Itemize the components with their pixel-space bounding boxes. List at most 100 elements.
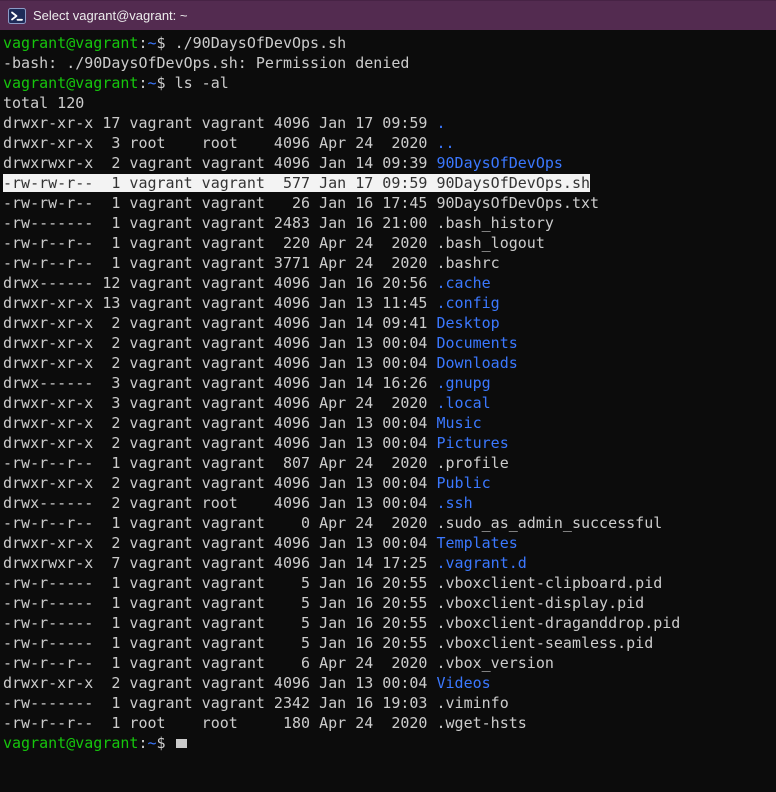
- text-segment: .bashrc: [436, 254, 499, 272]
- terminal-line: -rw-r--r-- 1 vagrant vagrant 807 Apr 24 …: [3, 453, 776, 473]
- text-segment: drwxrwxr-x 7 vagrant vagrant 4096 Jan 14…: [3, 554, 436, 572]
- text-segment: -rw-r----- 1 vagrant vagrant 5 Jan 16 20…: [3, 634, 436, 652]
- text-segment: drwxr-xr-x 3 vagrant vagrant 4096 Apr 24…: [3, 394, 436, 412]
- window-title: Select vagrant@vagrant: ~: [33, 8, 187, 23]
- terminal-cursor: [176, 739, 187, 748]
- text-segment: .cache: [436, 274, 490, 292]
- terminal-line: -rw-r--r-- 1 vagrant vagrant 6 Apr 24 20…: [3, 653, 776, 673]
- text-segment: -rw-rw-r-- 1 vagrant vagrant 26 Jan 16 1…: [3, 194, 436, 212]
- terminal-line: drwxr-xr-x 2 vagrant vagrant 4096 Jan 13…: [3, 433, 776, 453]
- text-segment: drwxr-xr-x 13 vagrant vagrant 4096 Jan 1…: [3, 294, 436, 312]
- titlebar[interactable]: Select vagrant@vagrant: ~: [0, 0, 776, 30]
- terminal-line: -rw------- 1 vagrant vagrant 2483 Jan 16…: [3, 213, 776, 233]
- text-segment: .vboxclient-draganddrop.pid: [436, 614, 680, 632]
- text-segment: total 120: [3, 94, 84, 112]
- text-segment: .config: [436, 294, 499, 312]
- text-segment: Desktop: [436, 314, 499, 332]
- terminal-line: drwxr-xr-x 2 vagrant vagrant 4096 Jan 13…: [3, 673, 776, 693]
- terminal-output[interactable]: vagrant@vagrant:~$ ./90DaysOfDevOps.sh-b…: [0, 30, 776, 792]
- text-segment: .vagrant.d: [436, 554, 526, 572]
- text-segment: .vboxclient-clipboard.pid: [436, 574, 662, 592]
- text-segment: -rw-r--r-- 1 vagrant vagrant 0 Apr 24 20…: [3, 514, 436, 532]
- text-segment: Documents: [436, 334, 517, 352]
- text-segment: $ ls -al: [157, 74, 229, 92]
- text-segment: .vbox_version: [436, 654, 553, 672]
- terminal-line: -bash: ./90DaysOfDevOps.sh: Permission d…: [3, 53, 776, 73]
- terminal-line: -rw-r--r-- 1 root root 180 Apr 24 2020 .…: [3, 713, 776, 733]
- text-segment: .profile: [436, 454, 508, 472]
- text-segment: drwxr-xr-x 2 vagrant vagrant 4096 Jan 13…: [3, 474, 436, 492]
- text-segment: .vboxclient-display.pid: [436, 594, 644, 612]
- text-segment: Templates: [436, 534, 517, 552]
- text-segment: ~: [148, 74, 157, 92]
- text-segment: drwxr-xr-x 2 vagrant vagrant 4096 Jan 13…: [3, 434, 436, 452]
- terminal-line: drwxr-xr-x 3 root root 4096 Apr 24 2020 …: [3, 133, 776, 153]
- text-segment: -rw-r--r-- 1 root root 180 Apr 24 2020: [3, 714, 436, 732]
- text-segment: drwxr-xr-x 2 vagrant vagrant 4096 Jan 13…: [3, 414, 436, 432]
- text-segment: .local: [436, 394, 490, 412]
- text-segment: 90DaysOfDevOps: [436, 154, 562, 172]
- text-segment: .vboxclient-seamless.pid: [436, 634, 653, 652]
- terminal-line: drwxr-xr-x 3 vagrant vagrant 4096 Apr 24…: [3, 393, 776, 413]
- text-segment: drwxr-xr-x 2 vagrant vagrant 4096 Jan 13…: [3, 354, 436, 372]
- text-segment: .bash_history: [436, 214, 553, 232]
- text-segment: -rw------- 1 vagrant vagrant 2483 Jan 16…: [3, 214, 436, 232]
- terminal-line: drwxr-xr-x 13 vagrant vagrant 4096 Jan 1…: [3, 293, 776, 313]
- terminal-line: drwxr-xr-x 17 vagrant vagrant 4096 Jan 1…: [3, 113, 776, 133]
- text-segment: -rw-r--r-- 1 vagrant vagrant 6 Apr 24 20…: [3, 654, 436, 672]
- text-segment: .bash_logout: [436, 234, 544, 252]
- text-segment: .ssh: [436, 494, 472, 512]
- text-segment: vagrant@vagrant: [3, 734, 138, 752]
- text-segment: -rw-r--r-- 1 vagrant vagrant 3771 Apr 24…: [3, 254, 436, 272]
- text-segment: .: [436, 114, 445, 132]
- terminal-line: drwxr-xr-x 2 vagrant vagrant 4096 Jan 13…: [3, 533, 776, 553]
- text-segment: drwx------ 12 vagrant vagrant 4096 Jan 1…: [3, 274, 436, 292]
- text-segment: Music: [436, 414, 481, 432]
- text-segment: $: [157, 734, 175, 752]
- text-segment: -rw-r----- 1 vagrant vagrant 5 Jan 16 20…: [3, 614, 436, 632]
- text-segment: .gnupg: [436, 374, 490, 392]
- selected-text: -rw-rw-r-- 1 vagrant vagrant 577 Jan 17 …: [3, 174, 590, 192]
- text-segment: Pictures: [436, 434, 508, 452]
- text-segment: drwxr-xr-x 3 root root 4096 Apr 24 2020: [3, 134, 436, 152]
- terminal-line: total 120: [3, 93, 776, 113]
- terminal-line: drwxr-xr-x 2 vagrant vagrant 4096 Jan 13…: [3, 353, 776, 373]
- text-segment: ~: [148, 734, 157, 752]
- text-segment: Public: [436, 474, 490, 492]
- text-segment: drwx------ 2 vagrant root 4096 Jan 13 00…: [3, 494, 436, 512]
- text-segment: -rw------- 1 vagrant vagrant 2342 Jan 16…: [3, 694, 436, 712]
- terminal-line: -rw-r----- 1 vagrant vagrant 5 Jan 16 20…: [3, 593, 776, 613]
- terminal-line: drwx------ 2 vagrant root 4096 Jan 13 00…: [3, 493, 776, 513]
- terminal-line: drwxrwxr-x 7 vagrant vagrant 4096 Jan 14…: [3, 553, 776, 573]
- text-segment: :: [138, 734, 147, 752]
- terminal-line: drwxr-xr-x 2 vagrant vagrant 4096 Jan 14…: [3, 313, 776, 333]
- text-segment: -rw-r----- 1 vagrant vagrant 5 Jan 16 20…: [3, 594, 436, 612]
- text-segment: -rw-r--r-- 1 vagrant vagrant 807 Apr 24 …: [3, 454, 436, 472]
- terminal-line: -rw------- 1 vagrant vagrant 2342 Jan 16…: [3, 693, 776, 713]
- text-segment: .viminfo: [436, 694, 508, 712]
- terminal-line: vagrant@vagrant:~$ ./90DaysOfDevOps.sh: [3, 33, 776, 53]
- text-segment: -rw-r--r-- 1 vagrant vagrant 220 Apr 24 …: [3, 234, 436, 252]
- text-segment: -rw-r----- 1 vagrant vagrant 5 Jan 16 20…: [3, 574, 436, 592]
- terminal-line: drwxrwxr-x 2 vagrant vagrant 4096 Jan 14…: [3, 153, 776, 173]
- terminal-line: -rw-r--r-- 1 vagrant vagrant 0 Apr 24 20…: [3, 513, 776, 533]
- text-segment: ..: [436, 134, 454, 152]
- terminal-line: -rw-r----- 1 vagrant vagrant 5 Jan 16 20…: [3, 613, 776, 633]
- terminal-line: drwxr-xr-x 2 vagrant vagrant 4096 Jan 13…: [3, 413, 776, 433]
- text-segment: ~: [148, 34, 157, 52]
- text-segment: :: [138, 34, 147, 52]
- text-segment: :: [138, 74, 147, 92]
- terminal-line: -rw-r----- 1 vagrant vagrant 5 Jan 16 20…: [3, 633, 776, 653]
- text-segment: drwxr-xr-x 2 vagrant vagrant 4096 Jan 13…: [3, 334, 436, 352]
- text-segment: vagrant@vagrant: [3, 74, 138, 92]
- text-segment: $ ./90DaysOfDevOps.sh: [157, 34, 347, 52]
- text-segment: drwxr-xr-x 2 vagrant vagrant 4096 Jan 13…: [3, 674, 436, 692]
- text-segment: .wget-hsts: [436, 714, 526, 732]
- terminal-line: vagrant@vagrant:~$: [3, 733, 776, 753]
- terminal-line: drwx------ 3 vagrant vagrant 4096 Jan 14…: [3, 373, 776, 393]
- text-segment: Downloads: [436, 354, 517, 372]
- text-segment: drwx------ 3 vagrant vagrant 4096 Jan 14…: [3, 374, 436, 392]
- terminal-line: vagrant@vagrant:~$ ls -al: [3, 73, 776, 93]
- terminal-line: -rw-r--r-- 1 vagrant vagrant 220 Apr 24 …: [3, 233, 776, 253]
- text-segment: drwxr-xr-x 17 vagrant vagrant 4096 Jan 1…: [3, 114, 436, 132]
